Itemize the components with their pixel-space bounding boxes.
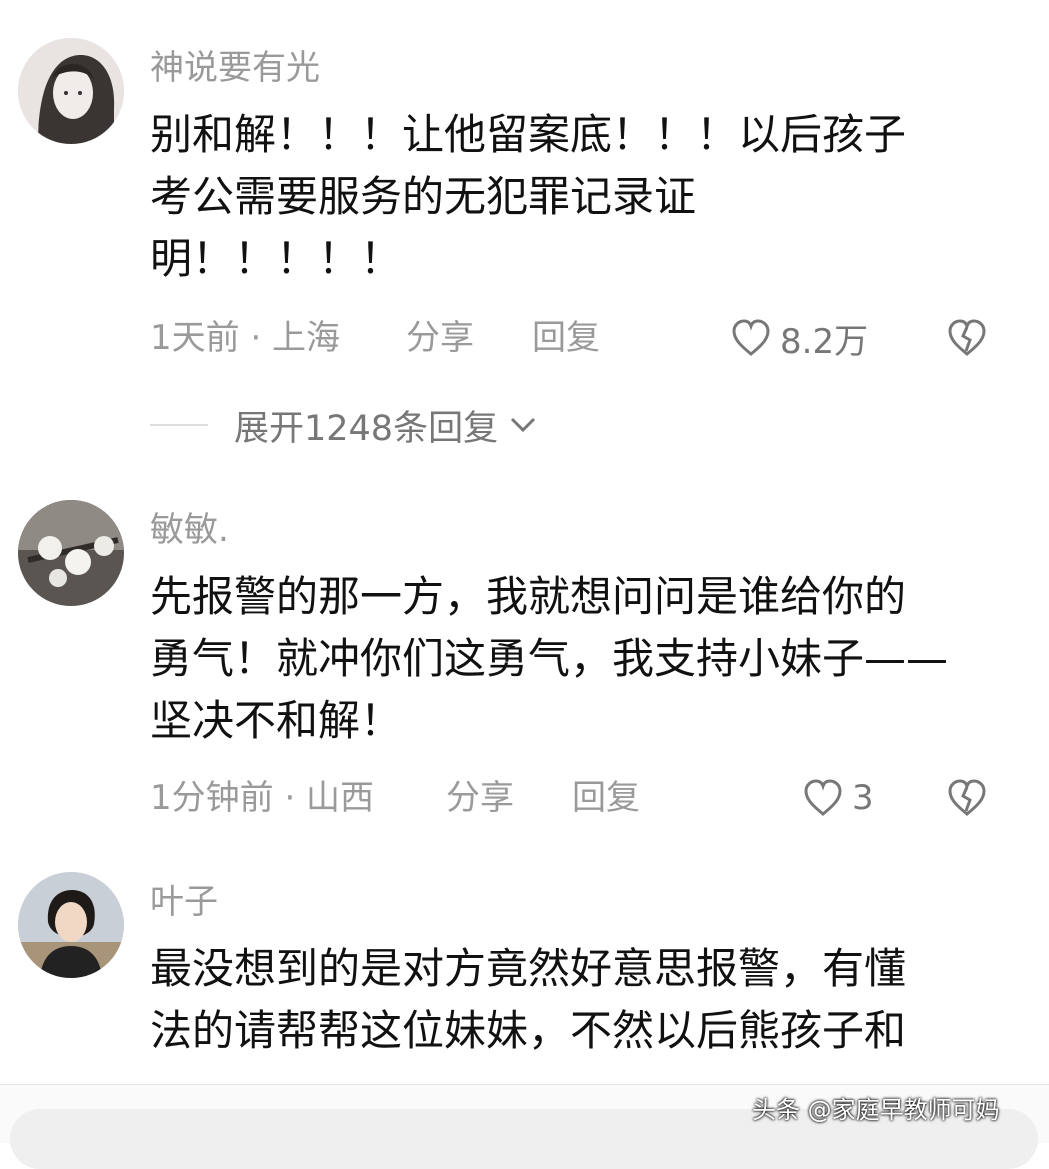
username[interactable]: 敏敏. bbox=[150, 510, 229, 550]
avatar[interactable] bbox=[18, 38, 124, 144]
chevron-down-icon bbox=[511, 417, 536, 433]
like-count: 8.2万 bbox=[780, 321, 869, 362]
like-count: 3 bbox=[852, 778, 874, 818]
comment-text: 别和解！！！让他留案底！！！以后孩子 考公需要服务的无犯罪记录证 明！！！！！ bbox=[150, 110, 907, 283]
avatar[interactable] bbox=[18, 872, 124, 978]
heart-outline-icon bbox=[732, 319, 770, 356]
divider bbox=[150, 424, 208, 426]
broken-heart-icon[interactable] bbox=[946, 778, 988, 818]
broken-heart-icon[interactable] bbox=[946, 318, 988, 358]
share-button[interactable]: 分享 bbox=[406, 316, 474, 360]
heart-outline-icon bbox=[804, 779, 842, 816]
time-location: 1天前 · 上海 bbox=[150, 318, 341, 358]
watermark: 头条 @家庭早教师可妈 bbox=[752, 1096, 1000, 1124]
expand-replies-button[interactable]: 展开1248条回复 bbox=[150, 400, 538, 450]
username[interactable]: 叶子 bbox=[150, 882, 218, 922]
like-button[interactable]: 3 bbox=[802, 776, 874, 820]
comment-text: 最没想到的是对方竟然好意思报警，有懂 法的请帮帮这位妹妹，不然以后熊孩子和 bbox=[150, 944, 907, 1055]
reply-button[interactable]: 回复 bbox=[532, 316, 600, 360]
time-location: 1分钟前 · 山西 bbox=[150, 778, 375, 818]
scroll-fade bbox=[0, 1060, 1049, 1084]
expand-replies-label: 展开1248条回复 bbox=[234, 408, 499, 449]
share-button[interactable]: 分享 bbox=[446, 776, 514, 820]
comment-text: 先报警的那一方，我就想问问是谁给你的 勇气！就冲你们这勇气，我支持小妹子—— 坚… bbox=[150, 572, 949, 745]
reply-button[interactable]: 回复 bbox=[572, 776, 640, 820]
like-button[interactable]: 8.2万 bbox=[730, 316, 869, 362]
avatar[interactable] bbox=[18, 500, 124, 606]
username[interactable]: 神说要有光 bbox=[150, 48, 320, 88]
